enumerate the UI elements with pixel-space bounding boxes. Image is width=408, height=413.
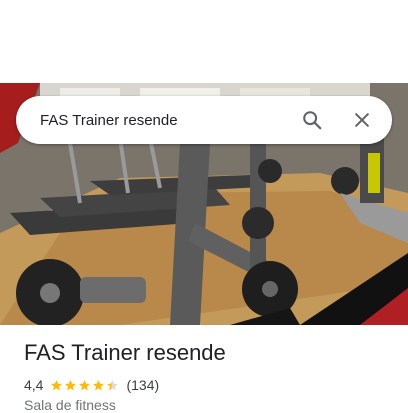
star-icon [93, 379, 105, 390]
search-input[interactable]: FAS Trainer resende [16, 112, 294, 129]
rating-row[interactable]: 4,4 (134) [24, 376, 159, 394]
star-icon [79, 379, 91, 390]
search-button[interactable] [294, 102, 330, 138]
review-count[interactable]: (134) [126, 377, 159, 393]
search-bar[interactable]: FAS Trainer resende [16, 96, 392, 144]
clear-search-button[interactable] [344, 102, 380, 138]
star-icon [65, 379, 77, 390]
place-title: FAS Trainer resende [24, 340, 226, 365]
search-icon [303, 111, 322, 130]
star-icon [51, 379, 63, 390]
rating-value: 4,4 [24, 377, 44, 393]
place-category[interactable]: Sala de fitness [24, 397, 116, 413]
rating-stars [50, 379, 120, 392]
close-icon [355, 113, 369, 127]
star-icon [107, 379, 119, 390]
